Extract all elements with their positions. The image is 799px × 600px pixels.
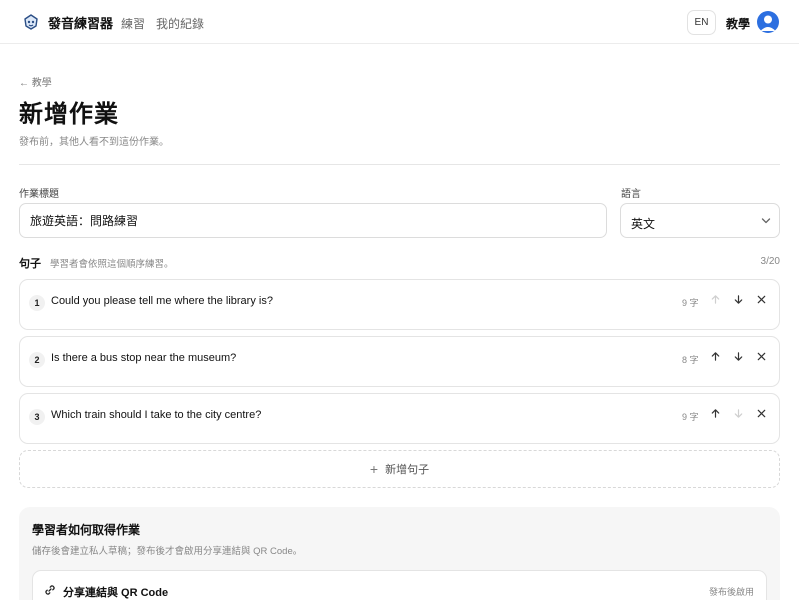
link-icon [45, 585, 55, 595]
sentence-char-count: 9 字 [682, 298, 699, 308]
sentence-char-count: 9 字 [682, 412, 699, 422]
sentence-text[interactable]: Is there a bus stop near the museum? [51, 352, 236, 364]
language-select-value: 英文 [631, 217, 656, 231]
sentences-heading: 句子 [19, 258, 41, 270]
nav-practice-link[interactable]: 練習 [121, 15, 145, 32]
remove-sentence-icon[interactable] [754, 406, 768, 420]
sentence-text[interactable]: Could you please tell me where the libra… [51, 295, 273, 307]
sentence-count: 3/20 [760, 256, 780, 267]
move-down-icon[interactable] [731, 349, 745, 363]
move-down-icon[interactable] [731, 292, 745, 306]
page-subtitle: 發布前，其他人看不到這份作業。 [19, 137, 169, 148]
add-sentence-label: 新增句子 [385, 464, 430, 476]
user-avatar[interactable] [757, 11, 779, 33]
sentence-row[interactable]: 2 Is there a bus stop near the museum? 8… [19, 336, 780, 387]
share-link-status: 發布後啟用 [709, 587, 755, 597]
title-field-label: 作業標題 [19, 189, 59, 200]
remove-sentence-icon[interactable] [754, 292, 768, 306]
chevron-down-icon [761, 218, 771, 224]
back-link[interactable]: ← 教學 [19, 74, 52, 89]
move-up-icon[interactable] [708, 406, 722, 420]
sentence-number: 2 [29, 352, 45, 368]
top-bar: 發音練習器 練習 我的紀錄 EN 教學 [0, 0, 799, 44]
share-link-title: 分享連結與 QR Code [63, 587, 169, 599]
sentence-text[interactable]: Which train should I take to the city ce… [51, 409, 261, 421]
plus-icon: + [369, 461, 379, 477]
sentences-hint: 學習者會依照這個順序練習。 [50, 259, 174, 270]
sentence-row[interactable]: 3 Which train should I take to the city … [19, 393, 780, 444]
distribution-title: 學習者如何取得作業 [32, 523, 141, 537]
page-title: 新增作業 [19, 101, 119, 128]
role-label[interactable]: 教學 [726, 15, 750, 32]
app-title[interactable]: 發音練習器 [48, 13, 113, 32]
move-up-icon [708, 292, 722, 306]
brand-mascot-icon[interactable] [22, 13, 40, 31]
sentence-row[interactable]: 1 Could you please tell me where the lib… [19, 279, 780, 330]
language-select[interactable]: 英文 [620, 203, 780, 238]
add-sentence-button[interactable]: + 新增句子 [19, 450, 780, 488]
sentence-number: 3 [29, 409, 45, 425]
user-avatar-icon [760, 15, 776, 31]
distribution-description: 儲存後會建立私人草稿；發布後才會啟用分享連結與 QR Code。 [32, 546, 303, 557]
move-down-icon [731, 406, 745, 420]
distribution-panel: 學習者如何取得作業 儲存後會建立私人草稿；發布後才會啟用分享連結與 QR Cod… [19, 507, 780, 600]
remove-sentence-icon[interactable] [754, 349, 768, 363]
language-field-label: 語言 [621, 189, 641, 200]
move-up-icon[interactable] [708, 349, 722, 363]
assignment-title-input[interactable] [19, 203, 607, 238]
sentence-char-count: 8 字 [682, 355, 699, 365]
sentence-number: 1 [29, 295, 45, 311]
divider [19, 164, 780, 165]
share-link-card: 分享連結與 QR Code 發布後啟用 [32, 570, 767, 600]
language-toggle-button[interactable]: EN [687, 10, 716, 35]
nav-records-link[interactable]: 我的紀錄 [156, 15, 204, 32]
